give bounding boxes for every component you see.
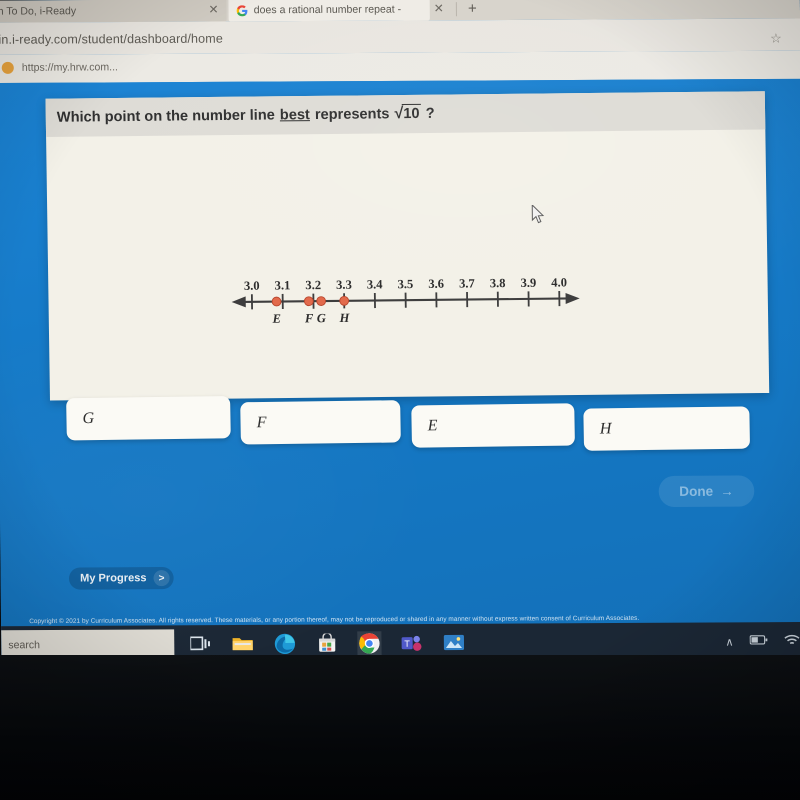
bookmark-item-0[interactable]: https://my.hrw.com... (1, 61, 118, 74)
question-suffix: ? (425, 105, 435, 122)
answer-choice-1-label: F (256, 414, 267, 432)
answer-choice-2[interactable]: E (411, 403, 575, 448)
number-line-point-F[interactable] (303, 296, 314, 307)
microsoft-teams-icon[interactable]: T (400, 631, 424, 655)
orange-dot-icon (1, 61, 14, 74)
answer-choice-2-label: E (427, 417, 438, 435)
number-line-tick-label: 3.5 (397, 277, 413, 291)
axis-left-arrow-icon (231, 296, 246, 308)
battery-icon[interactable] (749, 634, 768, 648)
number-line-point-H[interactable] (339, 295, 350, 306)
question-middle: represents (314, 106, 390, 124)
number-line-tick-label: 3.6 (428, 277, 444, 291)
answer-choice-3[interactable]: H (583, 406, 751, 451)
browser-tab-0[interactable]: Math To Do, i-Ready (0, 0, 227, 23)
number-line-tick-label: 3.8 (490, 276, 506, 290)
monitor-bezel-bottom (0, 655, 800, 800)
answer-choice-0[interactable]: G (66, 396, 231, 441)
my-progress-label: My Progress (80, 572, 147, 585)
axis-right-arrow-icon (565, 292, 580, 305)
show-hidden-icons-chevron[interactable]: ∧ (725, 635, 733, 648)
number-line-tick-label: 3.7 (459, 276, 475, 290)
arrow-right-icon: → (720, 483, 734, 499)
file-explorer-icon[interactable] (230, 632, 254, 656)
browser-tab-0-close-icon[interactable]: ✕ (208, 2, 218, 16)
answer-choice-1[interactable]: F (240, 400, 401, 445)
number-line-tick-label: 4.0 (551, 275, 567, 289)
taskbar-search-placeholder: search (8, 639, 41, 652)
browser-tab-1-title: does a rational number repeat - (253, 3, 402, 17)
wifi-icon[interactable] (784, 634, 800, 649)
number-line-tick-label: 3.1 (275, 278, 291, 292)
photos-icon[interactable] (442, 631, 466, 655)
question-card: Which point on the number line best repr… (45, 91, 770, 401)
number-line-tick-label: 3.4 (367, 277, 384, 291)
google-g-icon (236, 4, 248, 16)
task-view-icon[interactable] (188, 632, 212, 656)
number-line-point-G[interactable] (316, 296, 327, 306)
bookmark-item-0-label: https://my.hrw.com... (21, 61, 118, 74)
mouse-cursor-icon (531, 203, 545, 224)
tab-divider (455, 2, 457, 17)
radicand: 10 (402, 103, 421, 123)
number-line-point-label-G: G (317, 311, 326, 325)
number-line-figure: 3.0 3.1 3.2 3.3 3.4 3.5 3.6 3.7 3.8 3.9 4.0 E F G H (229, 272, 582, 331)
answer-choice-0-label: G (82, 409, 95, 428)
question-prefix: Which point on the number line (56, 107, 275, 126)
number-line-point-label-H: H (338, 311, 350, 325)
number-line-point-label-E: E (272, 312, 282, 326)
number-line-tick-label: 3.3 (336, 278, 352, 292)
microsoft-edge-icon[interactable] (273, 632, 297, 656)
number-line-tick-label: 3.0 (244, 279, 260, 293)
address-bar-url[interactable]: gin.i-ready.com/student/dashboard/home (0, 32, 223, 47)
number-line-point-label-F: F (304, 311, 314, 325)
done-button[interactable]: Done → (658, 475, 755, 508)
browser-tab-1-close-icon[interactable]: ✕ (434, 1, 444, 15)
photo-of-monitor: Math To Do, i-Ready ✕ does a rational nu… (0, 0, 800, 800)
chevron-right-icon: > (153, 570, 170, 587)
my-progress-button[interactable]: My Progress > (68, 566, 174, 590)
svg-text:T: T (404, 639, 410, 649)
square-root-expression: √ 10 (394, 103, 421, 123)
answer-choice-3-label: H (599, 420, 612, 438)
google-chrome-icon[interactable] (357, 631, 382, 656)
microsoft-store-icon[interactable] (315, 632, 339, 656)
browser-tab-0-title: Math To Do, i-Ready (0, 5, 77, 18)
new-tab-button[interactable]: + (468, 0, 477, 19)
number-line-tick-label: 3.2 (305, 278, 321, 292)
monitor-screen: Math To Do, i-Ready ✕ does a rational nu… (0, 0, 800, 665)
browser-tab-1[interactable]: does a rational number repeat - (228, 0, 430, 22)
number-line-svg: 3.0 3.1 3.2 3.3 3.4 3.5 3.6 3.7 3.8 3.9 4.0 E F G H (231, 275, 580, 326)
number-line-point-E[interactable] (271, 296, 282, 307)
bookmarks-bar (0, 50, 800, 84)
question-emphasis: best (279, 107, 310, 124)
number-line-tick-label: 3.9 (520, 276, 536, 290)
taskbar-icon-group: T (188, 631, 466, 657)
done-button-label: Done (679, 483, 714, 499)
question-text: Which point on the number line best repr… (56, 103, 435, 127)
bookmark-star-icon[interactable]: ☆ (770, 31, 782, 47)
